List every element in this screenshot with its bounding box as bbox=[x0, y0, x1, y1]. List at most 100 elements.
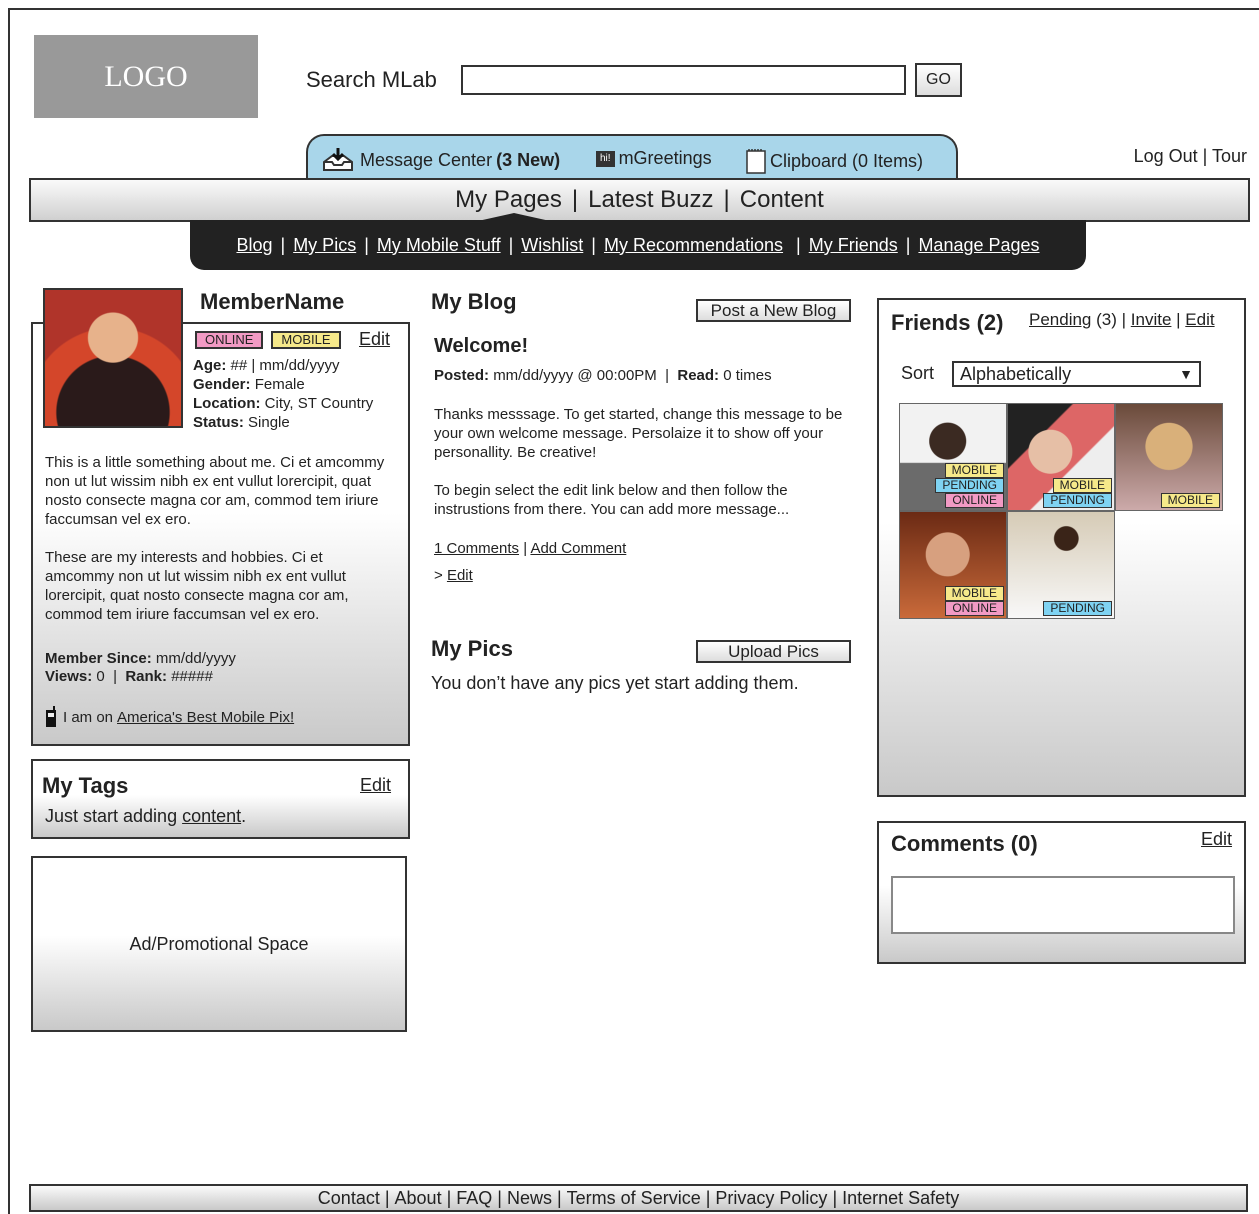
dropdown-arrow-icon: ▼ bbox=[1179, 366, 1193, 382]
friend-pending-badge: PENDING bbox=[935, 478, 1004, 493]
friend-badges: PENDING bbox=[1043, 601, 1112, 616]
subnav-blog[interactable]: Blog bbox=[236, 235, 272, 256]
online-badge: ONLINE bbox=[195, 331, 264, 349]
account-links: Log Out | Tour bbox=[1134, 146, 1247, 167]
subnav-wishlist[interactable]: Wishlist bbox=[521, 235, 583, 256]
friend-thumbnail[interactable]: MOBILE bbox=[1115, 403, 1223, 511]
sort-select[interactable]: Alphabetically ▼ bbox=[952, 361, 1201, 387]
inbox-icon bbox=[323, 148, 353, 171]
greeting-card-icon: hi! bbox=[596, 150, 615, 167]
message-center-link[interactable]: Message Center (3 New) bbox=[320, 148, 560, 172]
pics-empty-text: You don’t have any pics yet start adding… bbox=[431, 673, 799, 693]
go-button[interactable]: GO bbox=[915, 63, 962, 97]
nav-content[interactable]: Content bbox=[740, 186, 824, 214]
subnav-my-recommendations[interactable]: My Recommendations bbox=[604, 235, 783, 256]
friend-mobile-badge: MOBILE bbox=[1160, 493, 1220, 508]
blog-edit-link[interactable]: Edit bbox=[447, 567, 473, 584]
search-label: Search MLab bbox=[306, 67, 437, 92]
blog-post-meta: Posted: mm/dd/yyyy @ 00:00PM | Read: 0 t… bbox=[434, 367, 772, 384]
friend-badges: MOBILE ONLINE bbox=[944, 586, 1004, 616]
sort-value: Alphabetically bbox=[960, 364, 1072, 384]
mgreetings-link[interactable]: hi! mGreetings bbox=[596, 148, 712, 169]
member-name: MemberName bbox=[200, 289, 345, 314]
main-nav: My Pages | Latest Buzz | Content bbox=[29, 178, 1250, 222]
pending-link[interactable]: Pending bbox=[1029, 310, 1091, 329]
friend-mobile-badge: MOBILE bbox=[1052, 478, 1112, 493]
content-link[interactable]: content bbox=[182, 806, 241, 826]
footer-news[interactable]: News bbox=[507, 1188, 552, 1209]
friend-badges: MOBILE PENDING ONLINE bbox=[935, 463, 1004, 508]
gender-row: Gender: Female bbox=[193, 376, 305, 393]
clipboard-link[interactable]: Clipboard (0 Items) bbox=[746, 148, 923, 174]
footer-privacy[interactable]: Privacy Policy bbox=[715, 1188, 827, 1209]
nav-latest-buzz[interactable]: Latest Buzz bbox=[588, 186, 713, 214]
separator: | bbox=[723, 186, 730, 213]
friends-edit-link[interactable]: Edit bbox=[1185, 310, 1214, 329]
subnav-manage-pages[interactable]: Manage Pages bbox=[918, 235, 1039, 256]
tags-edit-link[interactable]: Edit bbox=[360, 775, 391, 796]
profile-edit-link[interactable]: Edit bbox=[359, 329, 390, 350]
friend-online-badge: ONLINE bbox=[945, 601, 1004, 616]
clipboard-icon bbox=[746, 149, 766, 174]
message-center-label: Message Center bbox=[360, 149, 493, 170]
footer-about[interactable]: About bbox=[395, 1188, 442, 1209]
comment-input[interactable] bbox=[891, 876, 1235, 934]
footer-internet-safety[interactable]: Internet Safety bbox=[842, 1188, 959, 1209]
comments-edit-link[interactable]: Edit bbox=[1201, 829, 1232, 850]
subnav-my-friends[interactable]: My Friends bbox=[809, 235, 898, 256]
separator: | bbox=[1202, 146, 1212, 166]
friend-thumbnail[interactable]: MOBILE PENDING bbox=[1007, 403, 1115, 511]
mobile-phone-icon bbox=[46, 706, 56, 727]
member-since-row: Member Since: mm/dd/yyyy bbox=[45, 650, 236, 667]
age-row: Age: ## | mm/dd/yyyy bbox=[193, 357, 340, 374]
about-paragraph: This is a little something about me. Ci … bbox=[45, 454, 385, 528]
mobile-note: I am on America's Best Mobile Pix! bbox=[45, 706, 294, 728]
location-row: Location: City, ST Country bbox=[193, 395, 374, 412]
comments-count-link[interactable]: 1 Comments bbox=[434, 540, 519, 557]
comments-title: Comments (0) bbox=[891, 831, 1038, 856]
friend-pending-badge: PENDING bbox=[1043, 493, 1112, 508]
mobile-pix-link[interactable]: America's Best Mobile Pix! bbox=[117, 709, 294, 726]
friend-online-badge: ONLINE bbox=[945, 493, 1004, 508]
pics-title: My Pics bbox=[431, 636, 513, 661]
invite-link[interactable]: Invite bbox=[1131, 310, 1172, 329]
add-comment-link[interactable]: Add Comment bbox=[530, 540, 626, 557]
ad-space[interactable]: Ad/Promotional Space bbox=[31, 856, 407, 1032]
subnav-my-pics[interactable]: My Pics bbox=[293, 235, 356, 256]
friend-thumbnail[interactable]: PENDING bbox=[1007, 511, 1115, 619]
search-input[interactable] bbox=[461, 65, 906, 95]
mobile-badge: MOBILE bbox=[271, 331, 341, 349]
profile-photo[interactable] bbox=[43, 288, 183, 428]
footer-faq[interactable]: FAQ bbox=[456, 1188, 492, 1209]
tags-title: My Tags bbox=[42, 773, 129, 798]
message-new-count: (3 New) bbox=[496, 149, 561, 170]
separator: | bbox=[791, 234, 801, 255]
utility-bar: Message Center (3 New) hi! mGreetings Cl… bbox=[306, 134, 958, 180]
upload-pics-button[interactable]: Upload Pics bbox=[696, 640, 851, 663]
friend-thumbnail[interactable]: MOBILE PENDING ONLINE bbox=[899, 403, 1007, 511]
profile-info: Age: ## | mm/dd/yyyy Gender: Female Loca… bbox=[193, 356, 373, 432]
friend-pending-badge: PENDING bbox=[1043, 601, 1112, 616]
logout-link[interactable]: Log Out bbox=[1134, 146, 1198, 166]
friend-badges: MOBILE PENDING bbox=[1043, 478, 1112, 508]
post-new-blog-button[interactable]: Post a New Blog bbox=[696, 299, 851, 322]
about-me: This is a little something about me. Ci … bbox=[45, 453, 395, 624]
tour-link[interactable]: Tour bbox=[1212, 146, 1247, 166]
footer: Contact | About | FAQ | News | Terms of … bbox=[29, 1184, 1248, 1212]
profile-stats: Member Since: mm/dd/yyyy Views: 0 | Rank… bbox=[45, 650, 236, 686]
friend-badges: MOBILE bbox=[1160, 493, 1220, 508]
logo[interactable]: LOGO bbox=[34, 35, 258, 118]
footer-terms[interactable]: Terms of Service bbox=[567, 1188, 701, 1209]
mobile-note-text: I am on bbox=[63, 708, 114, 726]
views-rank-row: Views: 0 | Rank: ##### bbox=[45, 668, 213, 685]
friend-thumbnail[interactable]: MOBILE ONLINE bbox=[899, 511, 1007, 619]
separator: | bbox=[905, 234, 911, 255]
blog-paragraph: Thanks messsage. To get started, change … bbox=[434, 406, 843, 461]
blog-comment-links: 1 Comments | Add Comment bbox=[434, 540, 627, 557]
nav-my-pages[interactable]: My Pages bbox=[455, 186, 562, 214]
separator: | bbox=[364, 234, 369, 255]
mgreetings-label: mGreetings bbox=[618, 148, 712, 168]
logo-text: LOGO bbox=[104, 59, 188, 93]
subnav-my-mobile-stuff[interactable]: My Mobile Stuff bbox=[377, 235, 501, 256]
footer-contact[interactable]: Contact bbox=[318, 1188, 380, 1209]
